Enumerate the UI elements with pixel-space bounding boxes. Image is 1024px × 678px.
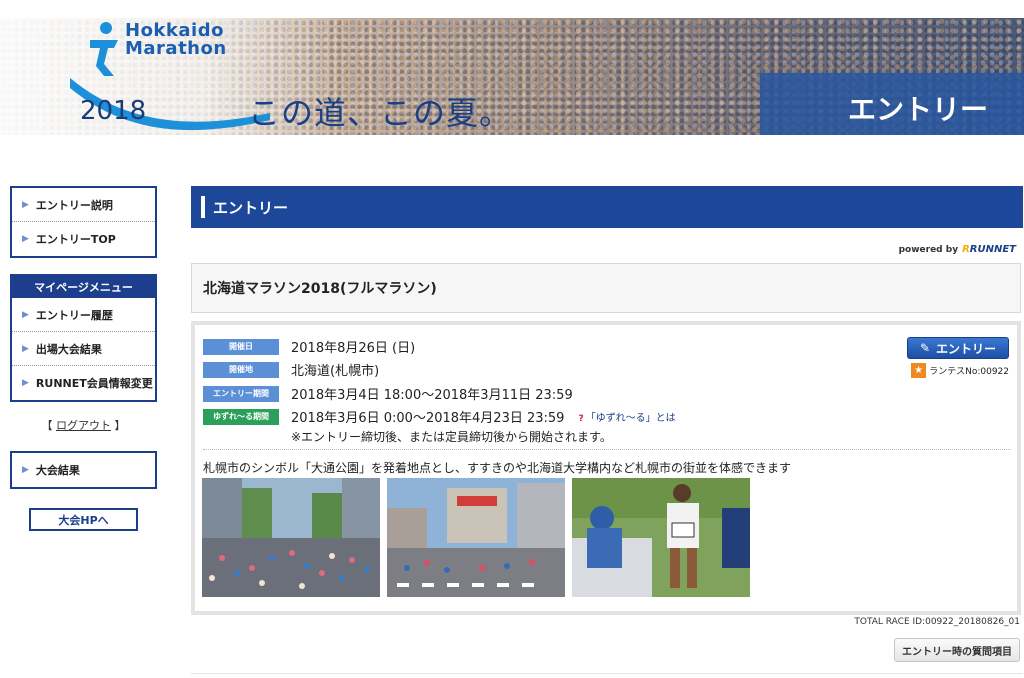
sidebar-item-race-results[interactable]: ▶ 出場大会結果 (12, 332, 155, 366)
tag-yuzure-period: ゆずれ〜る期間 (203, 408, 279, 425)
logout-link[interactable]: ログアウト (56, 419, 111, 432)
header-banner: Hokkaido Marathon 2018 この道、この夏。 エントリー (0, 18, 1024, 135)
race-description: 札幌市のシンボル「大通公園」を発着地点とし、すすきのや北海道大学構内など札幌市の… (203, 461, 792, 475)
divider (203, 449, 1011, 450)
logo-text: Hokkaido Marathon (125, 22, 227, 58)
sidebar-results-menu: ▶ 大会結果 (10, 451, 157, 489)
value-yuzure-period: 2018年3月6日 0:00〜2018年4月23日 23:59 (291, 411, 565, 426)
pencil-icon: ✎ (919, 341, 931, 355)
bracket-open: 【 (41, 419, 53, 432)
tag-entry-period: エントリー期間 (203, 385, 279, 402)
row-entry-period: エントリー期間 2018年3月4日 18:00〜2018年3月11日 23:59 (203, 384, 573, 403)
row-date: 開催日 2018年8月26日 (日) (203, 337, 415, 356)
triangle-right-icon: ▶ (22, 199, 29, 210)
powered-by-label: powered by (898, 244, 959, 255)
powered-by-runnet: powered by RRUNNET (899, 244, 1016, 255)
row-yuzure-period: ゆずれ〜る期間 2018年3月6日 0:00〜2018年4月23日 23:59 … (203, 407, 676, 426)
runnet-logo-text: RUNNET (969, 244, 1016, 255)
yuzure-link-label: 「ゆずれ〜る」とは (585, 413, 676, 424)
sidebar-entry-menu: ▶ エントリー説明 ▶ エントリーTOP (10, 186, 157, 258)
race-photo-runner (572, 478, 750, 597)
logo-year: 2018 (80, 96, 147, 126)
sidebar-item-event-results[interactable]: ▶ 大会結果 (12, 453, 155, 487)
total-race-id: TOTAL RACE ID:00922_20180826_01 (854, 617, 1020, 627)
triangle-right-icon: ▶ (22, 234, 29, 244)
page-header: エントリー (191, 186, 1023, 228)
sidebar-item-label: エントリー履歴 (35, 308, 113, 322)
runtes-label: ランテスNo:00922 (929, 367, 1009, 377)
bottom-divider (191, 673, 1023, 674)
tag-venue: 開催地 (203, 361, 279, 378)
sidebar-item-member-info[interactable]: ▶ RUNNET会員情報変更 (12, 366, 155, 400)
question-icon: ? (578, 414, 584, 424)
yuzure-note: ※エントリー締切後、または定員締切後から開始されます。 (291, 430, 612, 444)
sidebar-item-entry-history[interactable]: ▶ エントリー履歴 (12, 298, 155, 332)
triangle-right-icon: ▶ (22, 465, 29, 475)
sidebar-mypage-menu: マイページメニュー ▶ エントリー履歴 ▶ 出場大会結果 ▶ RUNNET会員情… (10, 274, 157, 402)
mypage-menu-heading: マイページメニュー (12, 276, 155, 298)
sidebar-item-label: 大会結果 (35, 464, 80, 477)
event-hp-button[interactable]: 大会HPへ (29, 508, 138, 531)
yuzure-help-link[interactable]: ? 「ゆずれ〜る」とは (578, 409, 675, 424)
race-photo-susukino (387, 478, 565, 597)
runtes-number: ★ ランテスNo:00922 (911, 363, 1009, 378)
row-venue: 開催地 北海道(札幌市) (203, 360, 379, 379)
value-entry-period: 2018年3月4日 18:00〜2018年3月11日 23:59 (291, 388, 573, 403)
triangle-right-icon: ▶ (22, 343, 29, 354)
sidebar-item-entry-top[interactable]: ▶ エントリーTOP (12, 222, 155, 256)
entry-button-label: エントリー (936, 341, 997, 356)
triangle-right-icon: ▶ (22, 309, 29, 320)
value-venue: 北海道(札幌市) (291, 364, 380, 379)
race-detail-panel: 開催日 2018年8月26日 (日) 開催地 北海道(札幌市) エントリー期間 … (191, 321, 1021, 615)
sidebar-item-label: RUNNET会員情報変更 (35, 377, 153, 390)
page-title: エントリー (213, 198, 289, 217)
logo-line2: Marathon (125, 38, 227, 59)
race-title: 北海道マラソン2018(フルマラソン) (191, 263, 1021, 313)
logout-area: 【 ログアウト 】 (10, 417, 157, 433)
tag-date: 開催日 (203, 338, 279, 355)
header-accent-bar (201, 196, 205, 218)
runner-logo-icon (90, 22, 118, 76)
value-date: 2018年8月26日 (日) (291, 341, 416, 356)
race-photo-start (202, 478, 380, 597)
sidebar-item-label: エントリー説明 (35, 198, 113, 212)
sidebar-item-entry-guide[interactable]: ▶ エントリー説明 (12, 188, 155, 222)
bracket-close: 】 (114, 419, 126, 432)
banner-section-title: エントリー (847, 93, 988, 126)
runner-icon: ★ (911, 363, 927, 378)
sidebar-item-label: エントリーTOP (35, 233, 116, 246)
triangle-right-icon: ▶ (22, 378, 29, 388)
entry-questions-button[interactable]: エントリー時の質問項目 (894, 638, 1020, 662)
entry-button[interactable]: ✎ エントリー (907, 337, 1009, 359)
catchphrase: この道、この夏。 (248, 94, 513, 132)
runnet-logo: RRUNNET (962, 244, 1016, 255)
sidebar-item-label: 出場大会結果 (35, 342, 102, 356)
